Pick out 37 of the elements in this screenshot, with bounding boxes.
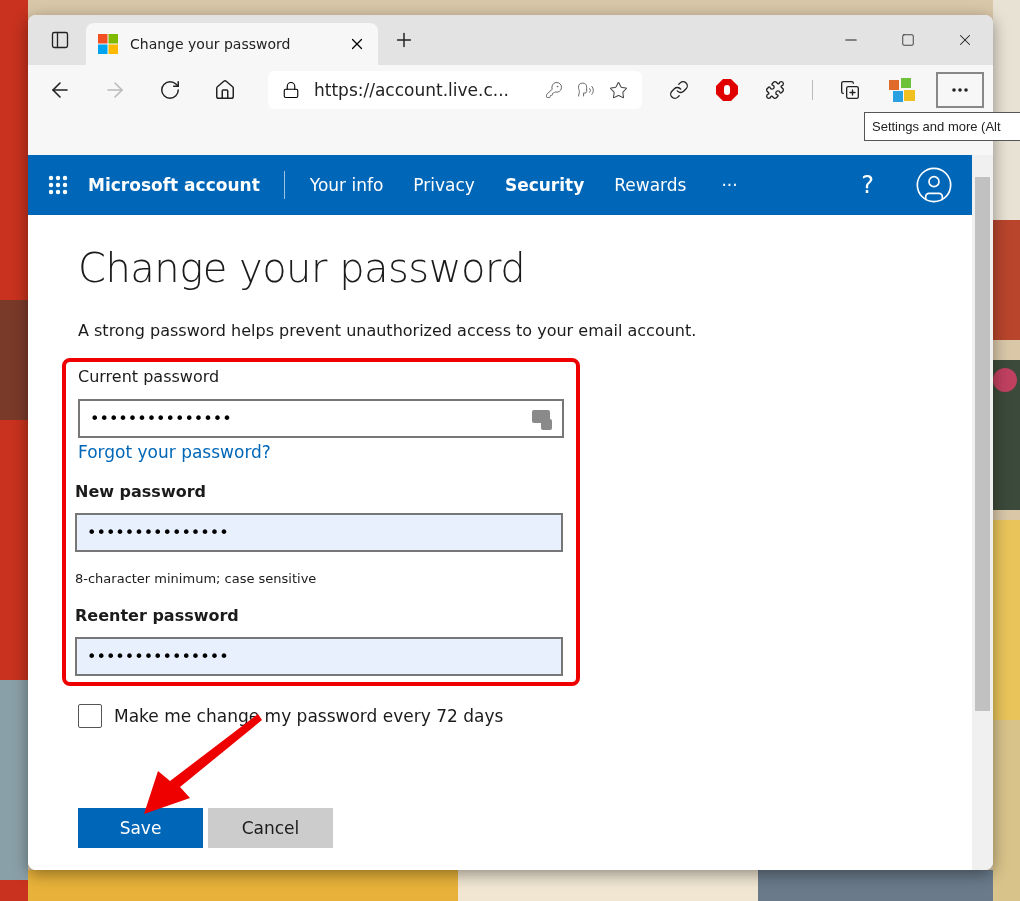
password-field[interactable]: ••••••••••••••• xyxy=(78,399,564,438)
tooltip: Settings and more (Alt xyxy=(864,112,1020,141)
nav-link[interactable]: Your info xyxy=(304,175,389,195)
nav-link[interactable]: Security xyxy=(499,175,590,195)
cubes-icon[interactable] xyxy=(887,76,917,104)
four-squares-logo xyxy=(98,34,118,54)
account-icon[interactable] xyxy=(914,165,954,205)
more-menu[interactable]: ··· xyxy=(721,175,738,195)
page-title: Change your password xyxy=(78,245,526,291)
tab-title: Change your password xyxy=(130,36,292,52)
save-button[interactable]: Save xyxy=(78,808,203,848)
password-field[interactable]: ••••••••••••••• xyxy=(75,637,563,676)
password-field[interactable]: ••••••••••••••• xyxy=(75,513,563,552)
nav-link[interactable]: Rewards xyxy=(609,175,692,195)
app-grid-icon[interactable] xyxy=(46,173,70,197)
address-bar[interactable]: https://account.live.c... xyxy=(268,71,642,109)
help-link[interactable]: ? xyxy=(861,171,874,199)
key-icon[interactable] xyxy=(545,81,563,99)
scrollbar[interactable] xyxy=(972,155,993,870)
star-icon[interactable] xyxy=(609,80,628,100)
dots-badge-icon[interactable] xyxy=(532,408,552,430)
field-label: Current password xyxy=(78,367,221,386)
forgot-password-link[interactable]: Forgot your password? xyxy=(78,442,564,462)
speech-icon[interactable] xyxy=(577,81,595,99)
field-hint: 8-character minimum; case sensitive xyxy=(75,571,318,586)
checkbox[interactable] xyxy=(78,704,102,728)
intro-text: A strong password helps prevent unauthorized access to your email account. xyxy=(78,321,697,340)
cancel-button[interactable]: Cancel xyxy=(208,808,333,848)
more-button[interactable] xyxy=(936,72,984,108)
more-icon xyxy=(952,88,968,92)
brand-name[interactable]: Microsoft account xyxy=(88,171,285,199)
field-label: Reenter password xyxy=(75,606,240,625)
lock-icon xyxy=(282,81,300,99)
nav-link[interactable]: Privacy xyxy=(408,175,480,195)
field-label: New password xyxy=(75,482,207,501)
stop-hand-icon[interactable] xyxy=(716,79,738,101)
browser-tab[interactable]: Change your password xyxy=(86,23,378,65)
